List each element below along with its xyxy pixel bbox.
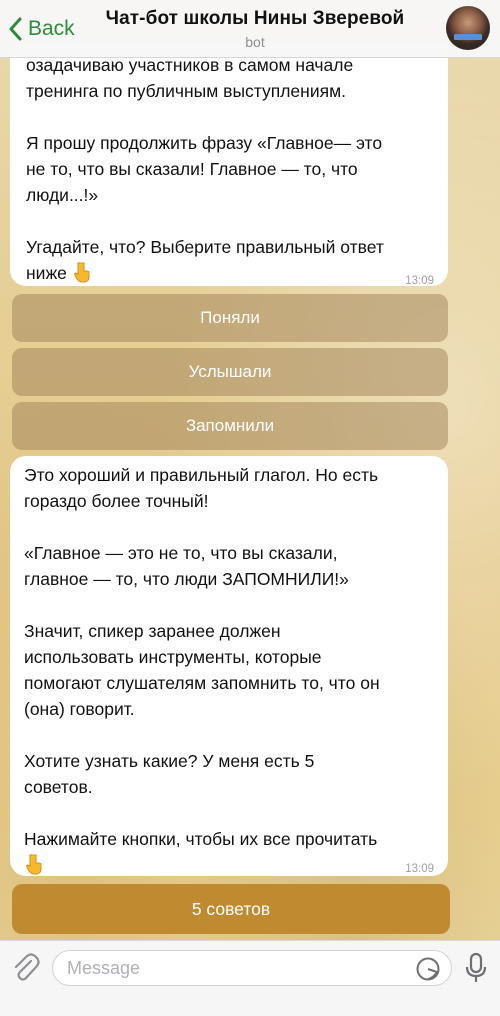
inline-button-ponyali[interactable]: Поняли [12,294,448,342]
pointing-down-emoji-icon [26,854,42,875]
inline-button-uslyshali[interactable]: Услышали [12,348,448,396]
chat-title-block[interactable]: Чат-бот школы Нины Зверевой bot [90,8,420,50]
avatar-badge [454,34,482,40]
message-bubble: озадачиваю участников в самом начале тре… [10,44,448,287]
message-bubble: Это хороший и правильный глагол. Но есть… [10,456,448,876]
back-label: Back [28,17,75,40]
message-time: 13:09 [405,275,434,287]
sticker-icon[interactable] [415,956,441,982]
message-time: 13:09 [405,863,434,875]
message-text: Это хороший и правильный глагол. Но есть… [24,465,380,849]
pointing-down-emoji-icon [73,262,90,283]
chevron-left-icon [9,17,22,41]
message-text-wrap: Это хороший и правильный глагол. Но есть… [24,462,438,878]
message-text: озадачиваю участников в самом начале тре… [26,55,384,283]
message-input[interactable]: Message [52,950,452,986]
back-button[interactable]: Back [8,12,75,46]
message-text-wrap: озадачиваю участников в самом начале тре… [26,52,436,286]
chat-title: Чат-бот школы Нины Зверевой [105,8,405,29]
paperclip-icon[interactable] [10,952,40,984]
chat-subtitle: bot [245,34,265,50]
five-tips-button[interactable]: 5 советов [12,884,450,934]
inline-button-zapomnili[interactable]: Запомнили [12,402,448,450]
microphone-icon[interactable] [464,952,488,984]
chat-header: Back Чат-бот школы Нины Зверевой bot [0,0,500,58]
message-input-bar: Message [0,940,500,1016]
bot-avatar[interactable] [446,6,490,50]
message-placeholder: Message [67,958,141,978]
